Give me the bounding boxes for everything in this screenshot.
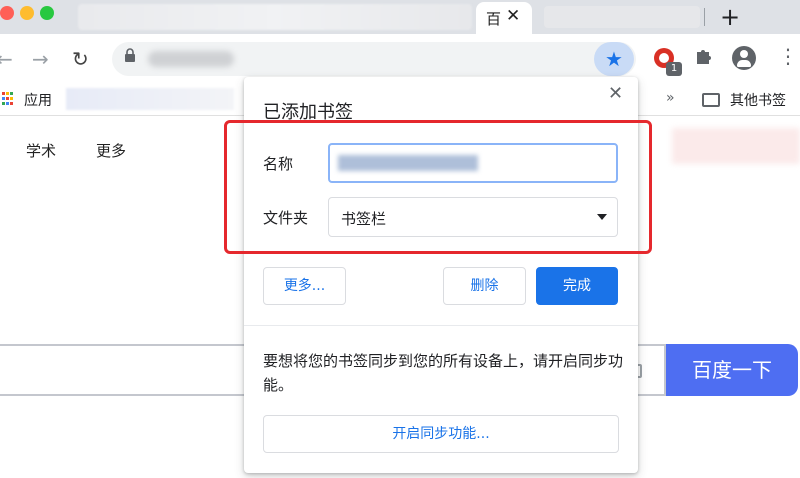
profile-icon[interactable]	[732, 46, 756, 70]
name-label: 名称	[263, 155, 294, 173]
blurred-tab[interactable]	[78, 4, 472, 30]
back-button[interactable]: ←	[0, 44, 13, 74]
other-bookmarks[interactable]: 其他书签	[730, 90, 786, 110]
nav-link-more[interactable]: 更多	[96, 140, 126, 161]
puzzle-icon[interactable]	[694, 46, 714, 71]
more-button[interactable]: 更多...	[263, 267, 346, 305]
turn-on-sync-button[interactable]: 开启同步功能...	[263, 415, 619, 453]
apps-bookmark[interactable]: 应用	[24, 90, 52, 110]
blurred-page-area	[672, 128, 800, 164]
done-button[interactable]: 完成	[536, 267, 618, 305]
extension-badge: 1	[666, 62, 682, 76]
address-bar[interactable]: ★	[112, 42, 636, 76]
bookmark-dialog: 已添加书签 ✕ 名称 文件夹 书签栏 更多... 删除 完成 要想将您的书签同步…	[224, 77, 652, 473]
nav-link-xueshu[interactable]: 学术	[26, 140, 56, 161]
dialog-divider	[244, 325, 638, 326]
maximize-window-button[interactable]	[40, 6, 54, 20]
tab-title: 百	[486, 10, 502, 28]
blurred-bookmarks[interactable]	[66, 88, 234, 110]
tab-separator	[704, 8, 705, 26]
delete-button[interactable]: 删除	[443, 267, 526, 305]
active-tab[interactable]: 百 ✕	[476, 2, 532, 34]
chevron-down-icon	[597, 214, 607, 220]
lock-icon[interactable]	[124, 48, 136, 66]
close-icon[interactable]: ✕	[608, 83, 623, 104]
bookmark-star-icon[interactable]: ★	[594, 42, 634, 76]
tab-strip: 百 ✕ +	[0, 0, 800, 34]
folder-label: 文件夹	[263, 209, 309, 227]
forward-button[interactable]: →	[32, 44, 49, 74]
folder-select[interactable]: 书签栏	[328, 197, 618, 237]
minimize-window-button[interactable]	[20, 6, 34, 20]
new-tab-button[interactable]: +	[720, 2, 740, 32]
browser-window: 百 ✕ + ← → ↻ ★ 1 ⋮ 应用 » 其他书签 学术 更多 百度一下 已…	[0, 0, 800, 478]
name-value-blurred	[338, 155, 478, 171]
apps-icon[interactable]	[2, 92, 14, 106]
folder-selected-value: 书签栏	[341, 210, 387, 228]
url-text-blurred	[148, 51, 234, 67]
sync-message: 要想将您的书签同步到您的所有设备上，请开启同步功能。	[263, 352, 624, 394]
reload-button[interactable]: ↻	[72, 44, 89, 74]
dialog-title: 已添加书签	[263, 102, 353, 123]
folder-icon	[702, 93, 720, 107]
menu-icon[interactable]: ⋮	[778, 44, 798, 68]
close-window-button[interactable]	[0, 6, 14, 20]
bookmarks-overflow-button[interactable]: »	[666, 90, 675, 106]
tab-close-icon[interactable]: ✕	[506, 6, 520, 26]
search-button[interactable]: 百度一下	[666, 344, 798, 396]
blurred-tab-2[interactable]	[544, 6, 700, 28]
